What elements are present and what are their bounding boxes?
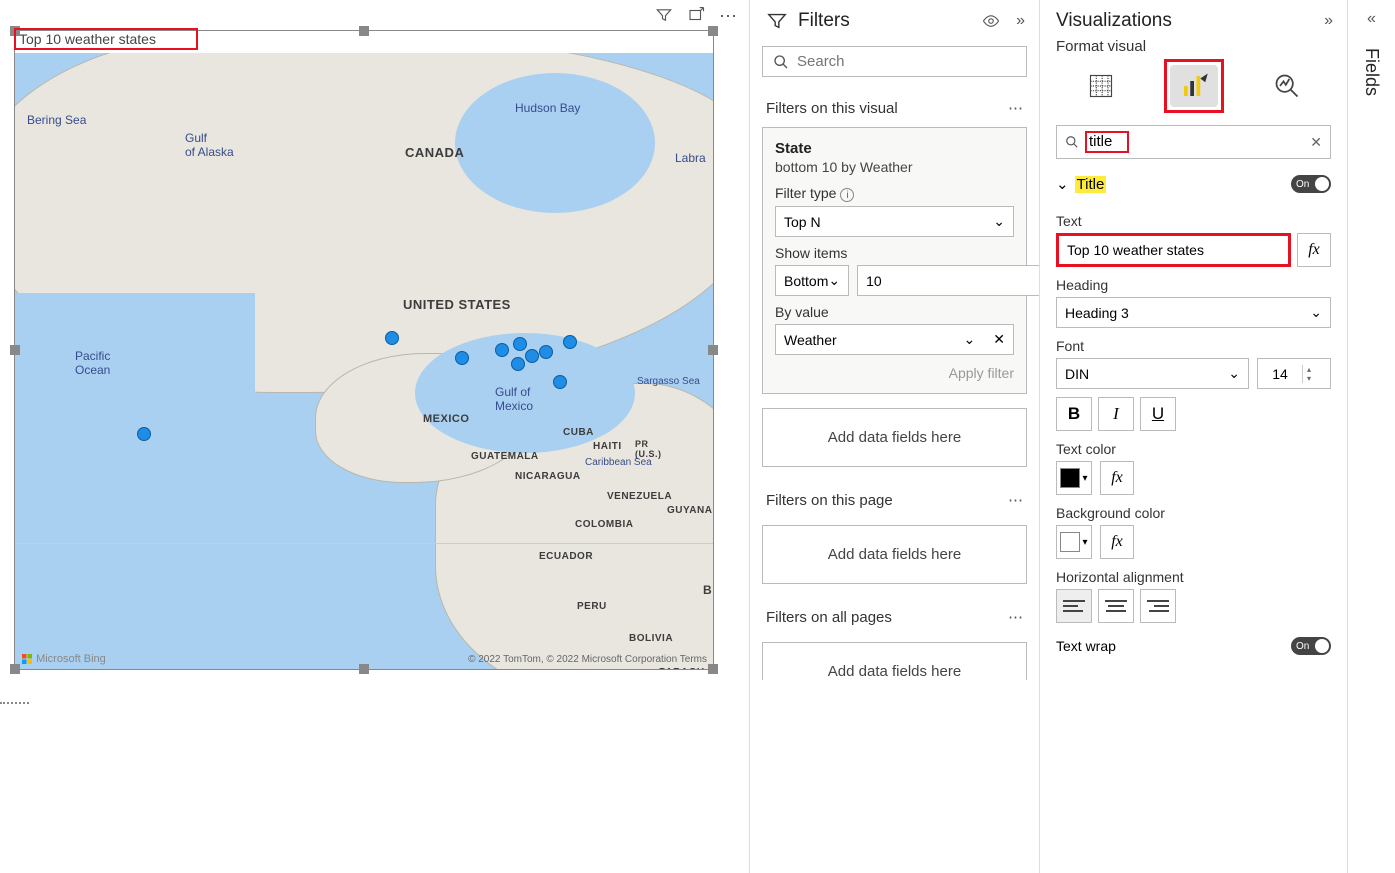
chevron-down-icon: ⌄ (1228, 365, 1240, 382)
map-data-point[interactable] (455, 351, 469, 365)
align-right-button[interactable] (1140, 589, 1176, 623)
clear-field-icon[interactable]: ✕ (993, 331, 1005, 348)
underline-button[interactable]: U (1140, 397, 1176, 431)
filter-search[interactable] (762, 46, 1027, 77)
format-search[interactable]: ✕ (1056, 125, 1331, 159)
map-data-point[interactable] (511, 357, 525, 371)
chevron-down-icon: ⌄ (993, 213, 1005, 230)
chevron-down-icon: ⌄ (964, 331, 976, 348)
bg-color-label: Background color (1056, 505, 1331, 521)
title-text-label: Text (1056, 213, 1331, 229)
increment-icon[interactable]: ▴ (1303, 365, 1315, 374)
font-label: Font (1056, 338, 1331, 354)
align-center-button[interactable] (1098, 589, 1134, 623)
decrement-icon[interactable]: ▾ (1303, 374, 1315, 383)
report-canvas: ⋯ Top 10 weather states CANADA UNITED ST… (0, 0, 749, 873)
collapse-pane-icon[interactable]: » (1016, 12, 1025, 30)
focus-mode-icon[interactable] (687, 6, 705, 27)
map-data-point[interactable] (385, 331, 399, 345)
chevron-down-icon: ▾ (1082, 473, 1087, 484)
chevron-down-icon: ⌄ (828, 272, 840, 289)
clear-search-icon[interactable]: ✕ (1310, 134, 1322, 151)
font-size-stepper[interactable]: ▴▾ (1257, 358, 1331, 389)
text-color-picker[interactable]: ▾ (1056, 461, 1092, 495)
analytics-tab[interactable] (1263, 65, 1311, 107)
add-data-fields-all[interactable]: Add data fields here (762, 642, 1027, 680)
title-text-fx-button[interactable]: fx (1297, 233, 1331, 267)
filters-heading: Filters (798, 10, 982, 32)
add-data-fields-visual[interactable]: Add data fields here (762, 408, 1027, 467)
visualizations-heading: Visualizations (1056, 10, 1324, 32)
chevron-down-icon: ⌄ (1056, 175, 1069, 193)
more-options-icon[interactable]: ⋯ (1008, 608, 1023, 626)
filters-all-section: Filters on all pages (766, 609, 892, 626)
title-section-header[interactable]: ⌄ Title On (1040, 165, 1347, 203)
chevron-down-icon: ▾ (1082, 537, 1087, 548)
font-family-select[interactable]: DIN⌄ (1056, 358, 1249, 389)
more-options-icon[interactable]: ⋯ (719, 6, 737, 27)
align-left-button[interactable] (1056, 589, 1092, 623)
filter-type-select[interactable]: Top N ⌄ (775, 206, 1014, 237)
show-items-label: Show items (775, 245, 1014, 261)
build-visual-tab[interactable] (1077, 65, 1125, 107)
show-items-count[interactable] (857, 265, 1056, 296)
map-data-point[interactable] (525, 349, 539, 363)
filter-icon (766, 10, 788, 32)
map-data-point[interactable] (513, 337, 527, 351)
more-options-icon[interactable]: ⋯ (1008, 491, 1023, 509)
chevron-down-icon: ⌄ (1310, 304, 1322, 321)
filter-summary: bottom 10 by Weather (775, 159, 1014, 175)
title-toggle[interactable]: On (1291, 175, 1331, 193)
filters-pane: Filters » Filters on this visual ⋯ State… (749, 0, 1039, 873)
title-text-input[interactable] (1056, 233, 1291, 267)
filter-search-input[interactable] (797, 53, 1016, 70)
filter-type-label: Filter typei (775, 185, 1014, 202)
collapse-pane-icon[interactable]: » (1324, 12, 1333, 30)
bold-button[interactable]: B (1056, 397, 1092, 431)
filter-icon[interactable] (655, 6, 673, 27)
map-visual[interactable]: Top 10 weather states CANADA UNITED STAT… (14, 30, 714, 670)
by-value-label: By value (775, 304, 1014, 320)
bg-color-fx-button[interactable]: fx (1100, 525, 1134, 559)
filters-visual-section: Filters on this visual (766, 100, 898, 117)
filter-field-name: State (775, 140, 1014, 157)
map-attribution-right[interactable]: © 2022 TomTom, © 2022 Microsoft Corporat… (468, 654, 707, 665)
filter-card-state[interactable]: State bottom 10 by Weather Filter typei … (762, 127, 1027, 394)
text-color-fx-button[interactable]: fx (1100, 461, 1134, 495)
info-icon[interactable]: i (840, 188, 854, 202)
expand-pane-icon[interactable]: « (1367, 10, 1376, 28)
canvas-separator (0, 702, 29, 704)
map-data-point[interactable] (495, 343, 509, 357)
fields-pane-collapsed: « Fields (1347, 0, 1395, 873)
fields-label[interactable]: Fields (1361, 48, 1382, 96)
add-data-fields-page[interactable]: Add data fields here (762, 525, 1027, 584)
eye-icon[interactable] (982, 12, 1000, 30)
map-data-point[interactable] (539, 345, 553, 359)
h-align-label: Horizontal alignment (1056, 569, 1331, 585)
text-color-label: Text color (1056, 441, 1331, 457)
search-icon (1065, 135, 1079, 149)
visualizations-pane: Visualizations » Format visual ✕ ⌄ Title… (1039, 0, 1347, 873)
more-options-icon[interactable]: ⋯ (1008, 99, 1023, 117)
italic-button[interactable]: I (1098, 397, 1134, 431)
apply-filter-button[interactable]: Apply filter (775, 365, 1014, 381)
format-visual-tab[interactable] (1170, 65, 1218, 107)
map-attribution-left: Microsoft Bing (21, 653, 106, 665)
format-search-input[interactable] (1089, 133, 1125, 150)
bg-color-picker[interactable]: ▾ (1056, 525, 1092, 559)
text-wrap-label: Text wrap (1056, 638, 1116, 654)
map-data-point[interactable] (137, 427, 151, 441)
show-items-direction[interactable]: Bottom ⌄ (775, 265, 849, 296)
text-wrap-toggle[interactable]: On (1291, 637, 1331, 655)
heading-label: Heading (1056, 277, 1331, 293)
map-area[interactable]: CANADA UNITED STATES MEXICO Hudson Bay G… (15, 53, 713, 669)
map-data-point[interactable] (553, 375, 567, 389)
heading-select[interactable]: Heading 3⌄ (1056, 297, 1331, 328)
title-section-label: Title (1075, 176, 1107, 193)
format-visual-label: Format visual (1040, 38, 1347, 55)
map-data-point[interactable] (563, 335, 577, 349)
by-value-field[interactable]: Weather ⌄ ✕ (775, 324, 1014, 355)
search-icon (773, 54, 789, 70)
filters-page-section: Filters on this page (766, 492, 893, 509)
